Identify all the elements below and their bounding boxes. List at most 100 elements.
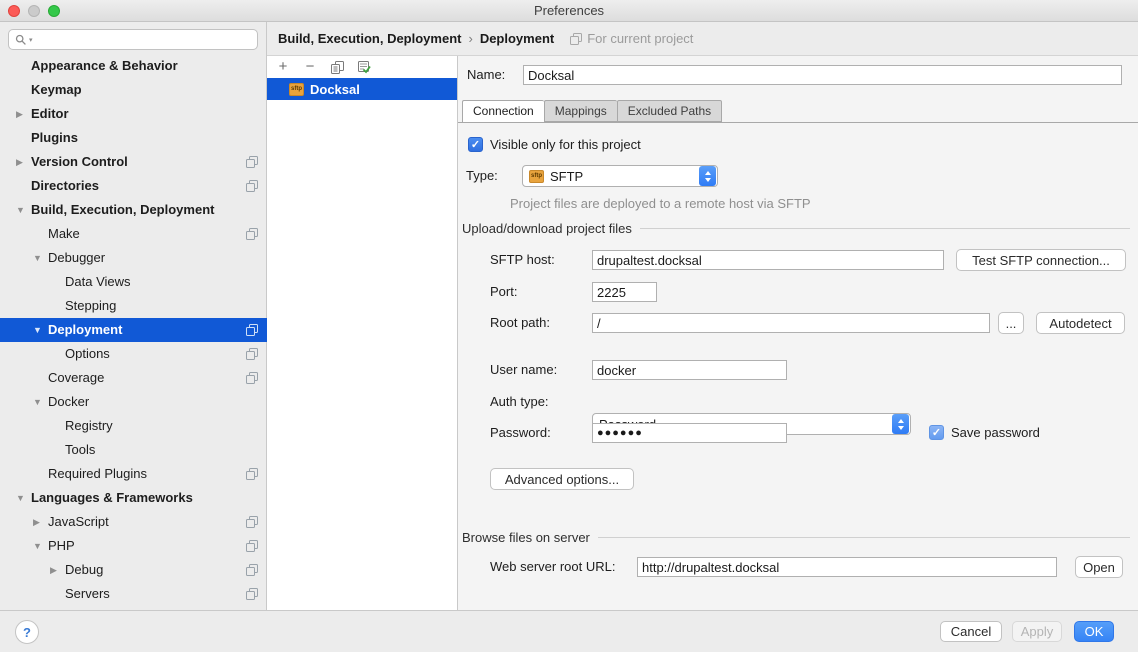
upload-section-header: Upload/download project files	[462, 221, 1130, 236]
chevron-collapsed-icon[interactable]: ▶	[33, 510, 40, 534]
checkbox-checked-icon: ✓	[929, 425, 944, 440]
chevron-collapsed-icon[interactable]: ▶	[16, 102, 23, 126]
current-project-icon	[246, 468, 258, 480]
tabbar: ConnectionMappingsExcluded Paths	[458, 100, 1138, 123]
web-root-input[interactable]	[637, 557, 1057, 577]
type-dropdown[interactable]: sftp SFTP	[522, 165, 718, 187]
sidebar-item-label: Appearance & Behavior	[0, 58, 178, 73]
port-input[interactable]	[592, 282, 657, 302]
sidebar-item-debugger[interactable]: ▼Debugger	[0, 246, 267, 270]
name-input[interactable]	[523, 65, 1122, 85]
auth-type-label: Auth type:	[490, 391, 549, 413]
type-hint: Project files are deployed to a remote h…	[510, 196, 811, 211]
sidebar-item-editor[interactable]: ▶Editor	[0, 102, 267, 126]
sidebar-item-servers[interactable]: Servers	[0, 582, 267, 606]
sidebar-item-php[interactable]: ▼PHP	[0, 534, 267, 558]
add-server-button[interactable]: +	[276, 60, 290, 74]
sidebar-item-languages-frameworks[interactable]: ▼Languages & Frameworks	[0, 486, 267, 510]
sidebar-item-version-control[interactable]: ▶Version Control	[0, 150, 267, 174]
remove-server-button[interactable]: −	[303, 60, 317, 74]
tab-excluded-paths[interactable]: Excluded Paths	[617, 100, 722, 122]
ok-button[interactable]: OK	[1074, 621, 1114, 642]
upload-section-title: Upload/download project files	[462, 221, 632, 236]
user-name-input[interactable]	[592, 360, 787, 380]
chevron-collapsed-icon[interactable]: ▶	[16, 150, 23, 174]
settings-tree: Appearance & Behavior Keymap▶Editor Plugin…	[0, 54, 267, 606]
chevron-collapsed-icon[interactable]: ▶	[50, 558, 57, 582]
sidebar-item-appearance-behavior[interactable]: Appearance & Behavior	[0, 54, 267, 78]
open-url-button[interactable]: Open	[1075, 556, 1123, 578]
sidebar-item-stepping[interactable]: Stepping	[0, 294, 267, 318]
sidebar-item-registry[interactable]: Registry	[0, 414, 267, 438]
search-icon	[15, 34, 27, 46]
sftp-host-input[interactable]	[592, 250, 944, 270]
sidebar-item-directories[interactable]: Directories	[0, 174, 267, 198]
sidebar-item-keymap[interactable]: Keymap	[0, 78, 267, 102]
autodetect-button[interactable]: Autodetect	[1036, 312, 1125, 334]
server-list-item-docksal[interactable]: sftp Docksal	[267, 78, 457, 100]
settings-search-box[interactable]: ▾	[8, 29, 258, 50]
sidebar-item-label: Plugins	[0, 130, 78, 145]
root-path-label: Root path:	[490, 313, 550, 333]
chevron-expanded-icon[interactable]: ▼	[33, 246, 42, 270]
copy-server-button[interactable]	[330, 60, 344, 74]
checkbox-checked-icon: ✓	[468, 137, 483, 152]
current-project-icon	[246, 324, 258, 336]
sidebar-item-make[interactable]: Make	[0, 222, 267, 246]
breadcrumb-separator: ›	[468, 31, 472, 46]
use-as-default-button[interactable]	[357, 60, 371, 74]
advanced-options-button[interactable]: Advanced options...	[490, 468, 634, 490]
chevron-expanded-icon[interactable]: ▼	[33, 318, 42, 342]
sidebar-item-label: Coverage	[0, 370, 104, 385]
sidebar-item-data-views[interactable]: Data Views	[0, 270, 267, 294]
chevron-expanded-icon[interactable]: ▼	[16, 486, 25, 510]
sidebar-item-label: JavaScript	[0, 514, 109, 529]
port-label: Port:	[490, 282, 517, 302]
test-sftp-connection-button[interactable]: Test SFTP connection...	[956, 249, 1126, 271]
current-project-icon	[246, 156, 258, 168]
sidebar-item-docker[interactable]: ▼Docker	[0, 390, 267, 414]
sidebar-item-javascript[interactable]: ▶JavaScript	[0, 510, 267, 534]
current-project-icon	[246, 564, 258, 576]
sidebar-item-label: Debugger	[0, 250, 105, 265]
zoom-window-button[interactable]	[48, 5, 60, 17]
dropdown-stepper-icon	[699, 166, 716, 186]
chevron-expanded-icon[interactable]: ▼	[33, 534, 42, 558]
tab-mappings[interactable]: Mappings	[544, 100, 617, 122]
sidebar-item-label: Required Plugins	[0, 466, 147, 481]
dropdown-stepper-icon	[892, 414, 909, 434]
chevron-expanded-icon[interactable]: ▼	[33, 390, 42, 414]
sidebar-item-deployment[interactable]: ▼Deployment	[0, 318, 267, 342]
settings-header: Build, Execution, Deployment › Deploymen…	[267, 22, 1138, 56]
sidebar-item-coverage[interactable]: Coverage	[0, 366, 267, 390]
sidebar-item-tools[interactable]: Tools	[0, 438, 267, 462]
visible-only-checkbox[interactable]: ✓	[468, 137, 483, 152]
window-title: Preferences	[534, 3, 604, 18]
current-project-icon	[246, 540, 258, 552]
tab-connection[interactable]: Connection	[462, 100, 544, 123]
chevron-expanded-icon[interactable]: ▼	[16, 198, 25, 222]
close-window-button[interactable]	[8, 5, 20, 17]
sidebar-item-build-execution-deployment[interactable]: ▼Build, Execution, Deployment	[0, 198, 267, 222]
web-root-label: Web server root URL:	[490, 557, 615, 577]
current-project-icon	[246, 372, 258, 384]
sidebar-item-plugins[interactable]: Plugins	[0, 126, 267, 150]
sidebar-item-label: Make	[0, 226, 80, 241]
breadcrumb-page: Deployment	[480, 31, 554, 46]
type-value: SFTP	[550, 169, 699, 184]
search-options-caret-icon[interactable]: ▾	[29, 36, 33, 44]
section-rule	[640, 228, 1130, 229]
search-input[interactable]	[35, 32, 251, 47]
cancel-button[interactable]: Cancel	[940, 621, 1002, 642]
apply-button[interactable]: Apply	[1012, 621, 1062, 642]
browse-root-path-button[interactable]: ...	[998, 312, 1024, 334]
sidebar-item-debug[interactable]: ▶Debug	[0, 558, 267, 582]
minimize-window-button[interactable]	[28, 5, 40, 17]
help-button[interactable]: ?	[15, 620, 39, 644]
current-project-icon	[246, 588, 258, 600]
sidebar-item-options[interactable]: Options	[0, 342, 267, 366]
root-path-input[interactable]	[592, 313, 990, 333]
save-password-checkbox[interactable]: ✓	[929, 425, 944, 440]
password-input[interactable]	[592, 423, 787, 443]
sidebar-item-required-plugins[interactable]: Required Plugins	[0, 462, 267, 486]
